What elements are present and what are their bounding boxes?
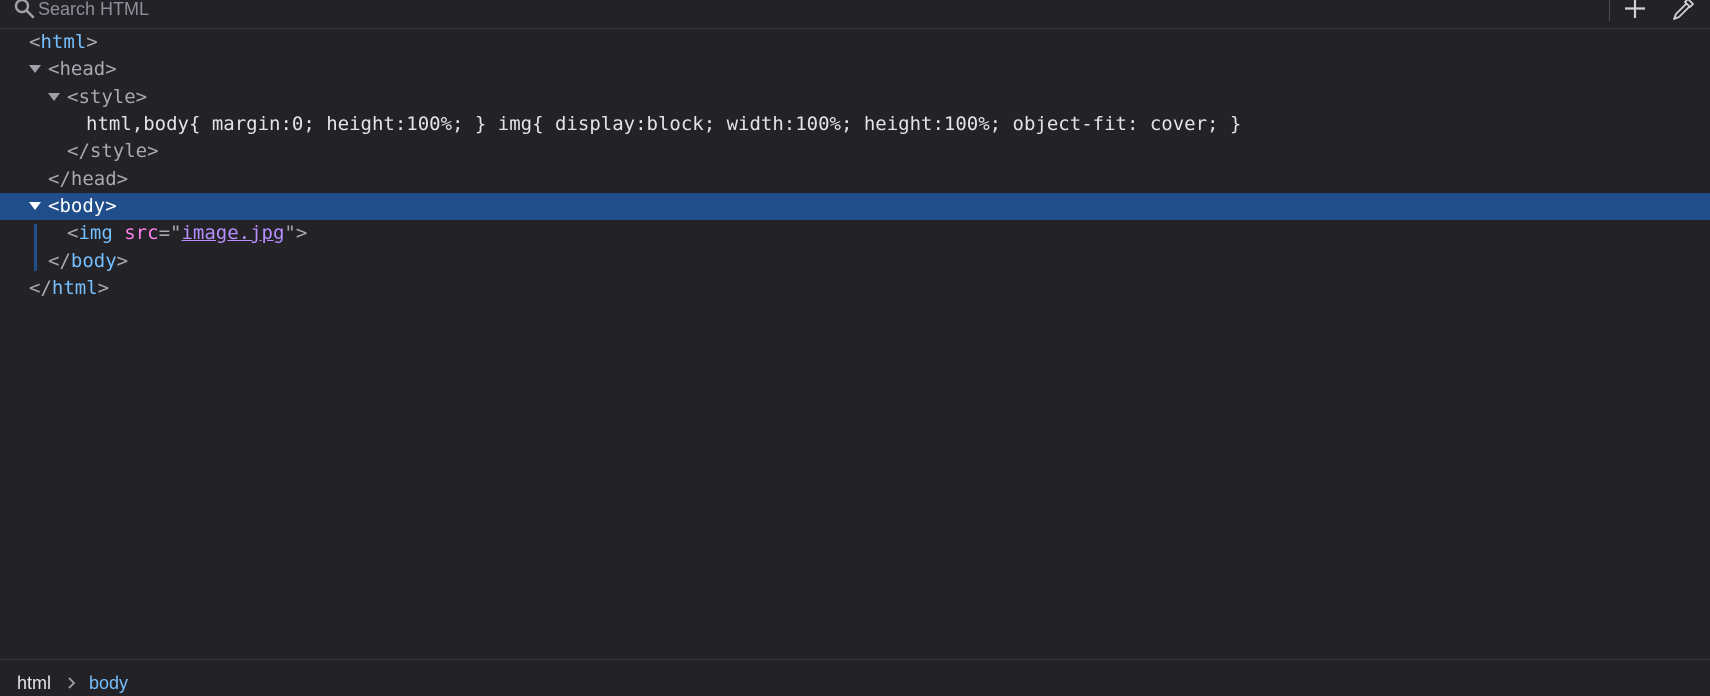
breadcrumb-item-body[interactable]: body: [89, 672, 128, 694]
text-node: html,body{ margin:0; height:100%; } img{…: [86, 113, 1242, 135]
node-style-text[interactable]: html,body{ margin:0; height:100%; } img{…: [0, 111, 1710, 138]
breadcrumb-item-html[interactable]: html: [17, 672, 51, 694]
expand-twisty-icon[interactable]: [48, 93, 60, 101]
search-icon: [14, 0, 35, 19]
selected-node-indent-guide: [34, 224, 37, 271]
tag-name: body: [70, 250, 117, 272]
breadcrumb: html body: [0, 659, 1710, 696]
add-icon: [1625, 0, 1645, 18]
tag-name: body: [59, 195, 106, 217]
tag-name: html: [51, 277, 98, 299]
eyedropper-icon: [1673, 0, 1694, 20]
tag-name: head: [70, 168, 117, 190]
markup-toolbar: [0, 0, 1710, 29]
element-picker-button[interactable]: [1668, 0, 1698, 22]
tag-name: style: [78, 86, 136, 108]
node-style-close[interactable]: </style>: [0, 138, 1710, 165]
node-head-close[interactable]: </head>: [0, 166, 1710, 193]
search-input[interactable]: [38, 0, 938, 21]
tag-name: head: [59, 58, 106, 80]
toolbar-separator: [1609, 0, 1610, 21]
tag-name: img: [78, 222, 113, 244]
attribute-name[interactable]: src: [124, 222, 158, 244]
node-body-close[interactable]: </body>: [0, 248, 1710, 275]
expand-twisty-icon[interactable]: [29, 202, 41, 210]
node-html-close[interactable]: </html>: [0, 275, 1710, 302]
tag-name: html: [40, 31, 87, 53]
add-node-button[interactable]: [1620, 0, 1650, 22]
attribute-value-link[interactable]: image.jpg: [181, 222, 284, 244]
tag-name: style: [89, 140, 148, 162]
node-style-open[interactable]: <style>: [0, 84, 1710, 111]
node-html-open[interactable]: <html>: [0, 29, 1710, 56]
node-body-open[interactable]: <body>: [0, 193, 1710, 220]
node-img[interactable]: <img src="image.jpg">: [0, 220, 1710, 247]
expand-twisty-icon[interactable]: [29, 65, 41, 73]
node-head-open[interactable]: <head>: [0, 56, 1710, 83]
chevron-right-icon: [68, 677, 76, 689]
